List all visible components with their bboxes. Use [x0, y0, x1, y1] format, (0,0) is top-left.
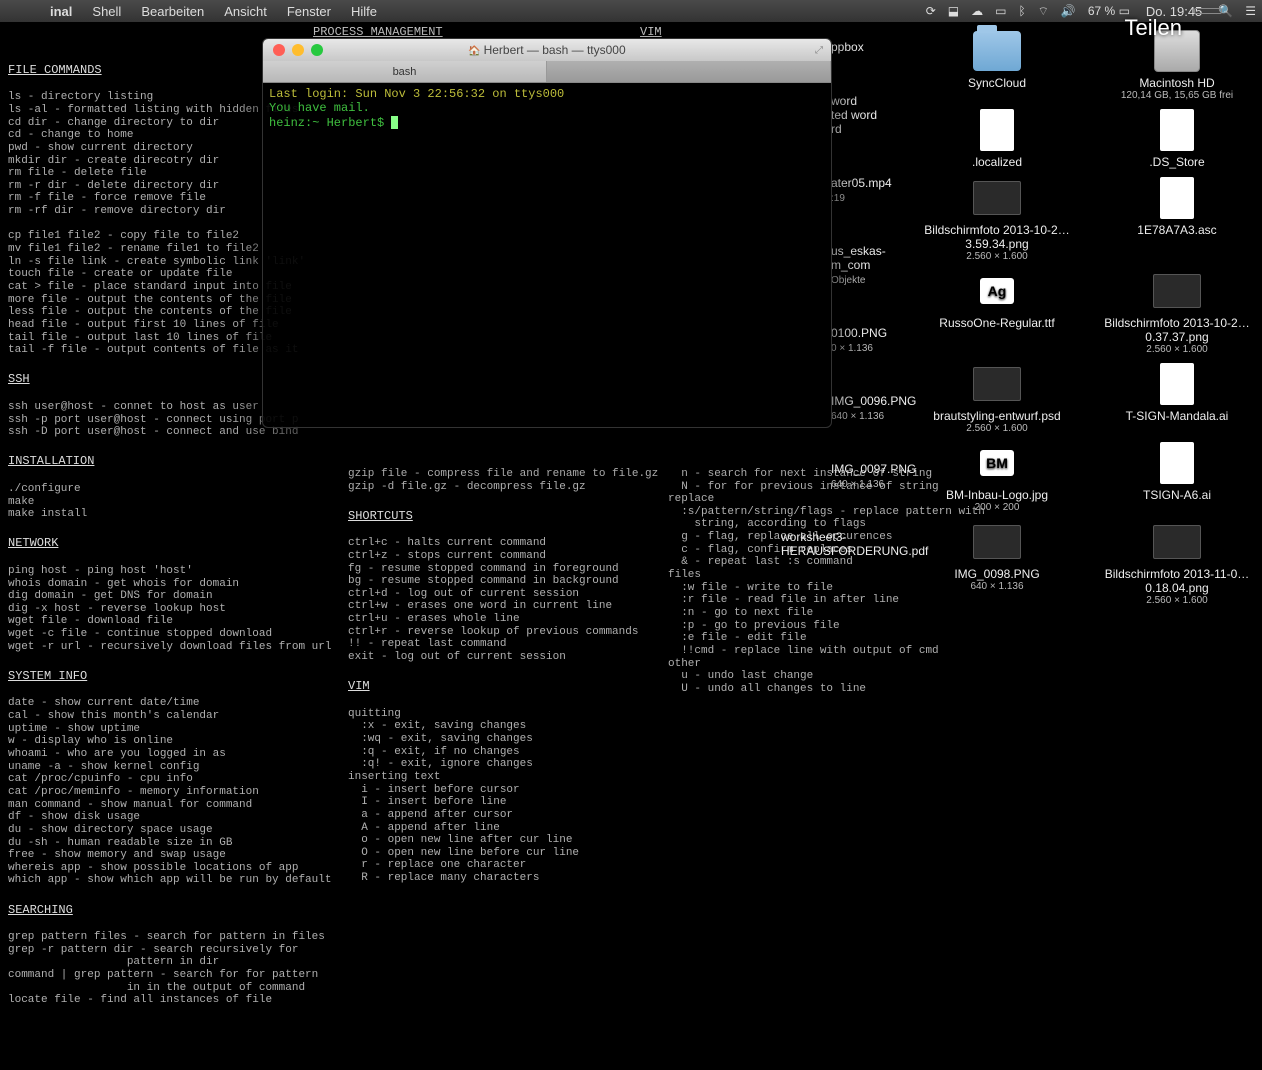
text-file-commands: ls - directory listing ls -al - formatte…	[8, 91, 298, 356]
sync-icon[interactable]: ⟳	[920, 4, 942, 18]
icon-label: .DS_Store	[1149, 155, 1204, 169]
icon-label: Bildschirmfoto 2013-10-2…3.59.34.png	[922, 223, 1072, 251]
overlay-indicator	[1194, 8, 1222, 14]
share-overlay-label: Teilen	[1125, 15, 1182, 41]
desktop-icon[interactable]: SyncCloud	[922, 30, 1072, 90]
icon-label: RussoOne-Regular.ttf	[939, 316, 1054, 330]
heading-installation: INSTALLATION	[8, 455, 298, 469]
text-gzip: gzip file - compress file and rename to …	[348, 468, 618, 493]
menu-shell[interactable]: Shell	[82, 4, 131, 19]
terminal-window[interactable]: Herbert — bash — ttys000 ⤢ bash Last log…	[262, 38, 832, 428]
text-searching: grep pattern files - search for pattern …	[8, 931, 298, 1007]
desktop-icon[interactable]: Bildschirmfoto 2013-10-2…3.59.34.png2.56…	[922, 177, 1072, 262]
icon-sublabel: 2.560 × 1.600	[966, 423, 1027, 434]
text-vim-quit: quitting :x - exit, saving changes :wq -…	[348, 708, 618, 885]
desktop-icon[interactable]: BMBM-Inbau-Logo.jpg200 × 200	[922, 442, 1072, 513]
icon-label: TSIGN-A6.ai	[1143, 488, 1211, 502]
icon-label: SyncCloud	[968, 76, 1026, 90]
icon-sublabel: 200 × 200	[975, 502, 1020, 513]
menubar: inal Shell Bearbeiten Ansicht Fenster Hi…	[0, 0, 1262, 22]
desktop-icons: SyncCloud Macintosh HD120,14 GB, 15,65 GB…	[812, 30, 1252, 612]
heading-vim: VIM	[348, 680, 618, 694]
icon-label: IMG_0098.PNG	[954, 567, 1039, 581]
desktop-icon[interactable]: IMG_0098.PNG640 × 1.136	[922, 521, 1072, 592]
text-installation: ./configure make make install	[8, 483, 298, 521]
icon-label: Bildschirmfoto 2013-10-2…0.37.37.png	[1102, 316, 1252, 344]
desktop-icon[interactable]: brautstyling-entwurf.psd2.560 × 1.600	[922, 363, 1072, 434]
heading-shortcuts: SHORTCUTS	[348, 510, 618, 524]
heading-system-info: SYSTEM INFO	[8, 670, 298, 684]
terminal-mail: You have mail.	[269, 101, 825, 115]
notification-icon[interactable]: ☰	[1239, 4, 1262, 18]
volume-icon[interactable]: 🔊	[1055, 4, 1082, 18]
desktop-icon[interactable]: .localized	[922, 109, 1072, 169]
heading-searching: SEARCHING	[8, 904, 298, 918]
terminal-lastlogin: Last login: Sun Nov 3 22:56:32 on ttys00…	[269, 87, 825, 101]
heading-ssh: SSH	[8, 373, 298, 387]
heading-file-commands: FILE COMMANDS	[8, 64, 298, 78]
wifi-icon[interactable]: ⌔	[1032, 4, 1055, 19]
icon-sublabel: 640 × 1.136	[970, 581, 1023, 592]
icon-label: T-SIGN-Mandala.ai	[1126, 409, 1229, 423]
terminal-titlebar[interactable]: Herbert — bash — ttys000 ⤢	[263, 39, 831, 61]
terminal-body[interactable]: Last login: Sun Nov 3 22:56:32 on ttys00…	[263, 83, 831, 134]
icon-sublabel: 2.560 × 1.600	[1146, 595, 1207, 606]
icon-label: .localized	[972, 155, 1022, 169]
desktop-icon[interactable]: T-SIGN-Mandala.ai	[1102, 363, 1252, 423]
menu-view[interactable]: Ansicht	[214, 4, 277, 19]
text-shortcuts: ctrl+c - halts current command ctrl+z - …	[348, 537, 618, 663]
icon-label: Bildschirmfoto 2013-11-0…0.18.04.png	[1102, 567, 1252, 595]
terminal-prompt: heinz:~ Herbert$	[269, 116, 391, 130]
desktop-icon[interactable]: 1E78A7A3.asc	[1102, 177, 1252, 237]
icon-label: 1E78A7A3.asc	[1137, 223, 1216, 237]
icon-label: Macintosh HD	[1139, 76, 1214, 90]
menu-edit[interactable]: Bearbeiten	[131, 4, 214, 19]
icon-sublabel: 120,14 GB, 15,65 GB frei	[1121, 90, 1233, 101]
icon-sublabel: 2.560 × 1.600	[1146, 344, 1207, 355]
dropbox-icon[interactable]: ⬓	[942, 4, 965, 18]
text-network: ping host - ping host 'host' whois domai…	[8, 565, 298, 653]
icon-label: brautstyling-entwurf.psd	[933, 409, 1060, 423]
desktop-icon[interactable]: TSIGN-A6.ai	[1102, 442, 1252, 502]
app-name[interactable]: inal	[40, 4, 82, 19]
terminal-tab-bash[interactable]: bash	[263, 61, 547, 82]
desktop-icon[interactable]: Bildschirmfoto 2013-11-0…0.18.04.png2.56…	[1102, 521, 1252, 606]
cursor	[391, 116, 398, 129]
terminal-tabbar: bash	[263, 61, 831, 83]
bluetooth-icon[interactable]: ᛒ	[1012, 4, 1031, 18]
display-icon[interactable]: ▭	[989, 4, 1012, 18]
desktop-icon[interactable]: .DS_Store	[1102, 109, 1252, 169]
text-ssh: ssh user@host - connet to host as user s…	[8, 401, 298, 439]
icon-sublabel: 2.560 × 1.600	[966, 251, 1027, 262]
fullscreen-icon[interactable]: ⤢	[815, 45, 823, 56]
window-title: Herbert — bash — ttys000	[263, 43, 831, 57]
desktop-icon[interactable]: Bildschirmfoto 2013-10-2…0.37.37.png2.56…	[1102, 270, 1252, 355]
cloud-icon[interactable]: ☁	[965, 4, 989, 18]
menu-help[interactable]: Hilfe	[341, 4, 387, 19]
heading-network: NETWORK	[8, 537, 298, 551]
menu-window[interactable]: Fenster	[277, 4, 341, 19]
terminal-tab-empty[interactable]	[547, 61, 831, 82]
desktop-icon[interactable]: AgRussoOne-Regular.ttf	[922, 270, 1072, 330]
text-system-info: date - show current date/time cal - show…	[8, 697, 298, 887]
icon-label: BM-Inbau-Logo.jpg	[946, 488, 1048, 502]
